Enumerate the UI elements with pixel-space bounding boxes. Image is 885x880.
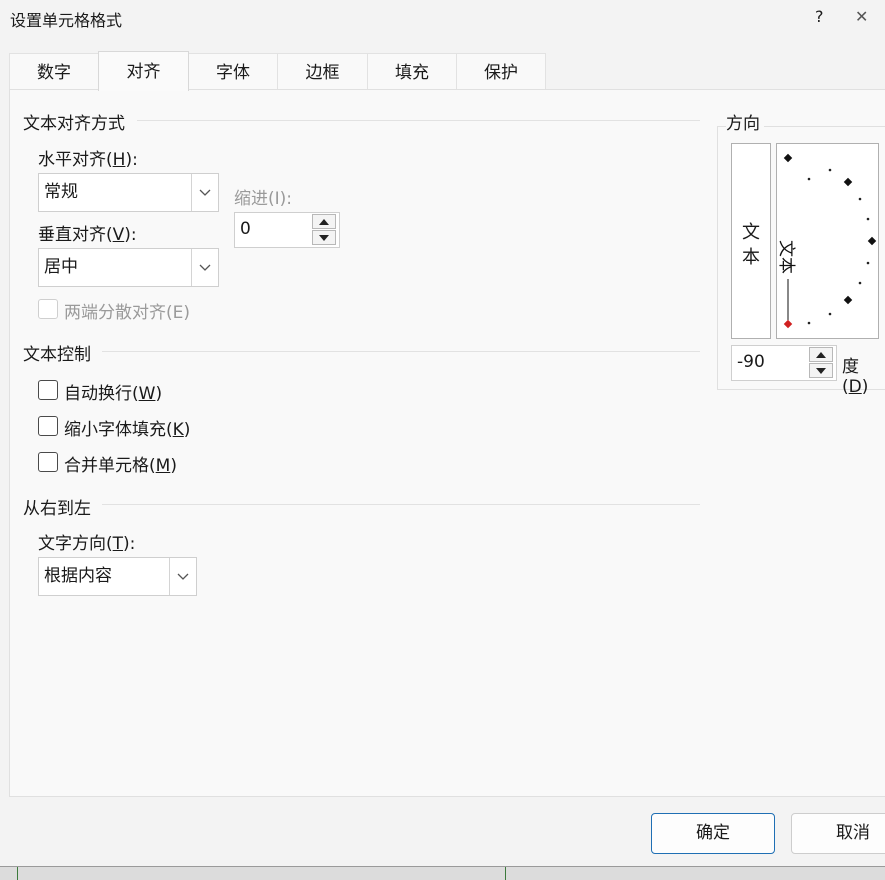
merge-cells-label[interactable]: 合并单元格(M) — [64, 451, 177, 476]
merge-cells-checkbox[interactable] — [38, 452, 58, 472]
orientation-dial[interactable]: 文本 — [776, 143, 879, 339]
help-button[interactable]: ? — [815, 7, 824, 26]
horizontal-align-select[interactable]: 常规 — [38, 173, 219, 212]
distributed-label: 两端分散对齐(E) — [64, 303, 191, 323]
degree-label: 度(D) — [842, 357, 869, 397]
vertical-text-char: 本 — [742, 247, 760, 268]
text-alignment-heading: 文本对齐方式 — [23, 114, 125, 134]
wrap-text-checkbox[interactable] — [38, 380, 58, 400]
text-direction-label: 文字方向(T): — [38, 534, 136, 554]
text-control-heading: 文本控制 — [23, 345, 91, 365]
spin-up-icon[interactable] — [809, 347, 833, 362]
vertical-align-select[interactable]: 居中 — [38, 248, 219, 287]
ok-button[interactable]: 确定 — [651, 813, 775, 854]
degree-value: -90 — [737, 352, 765, 372]
gridline — [17, 867, 18, 880]
format-cells-dialog: 设置单元格格式 ? ✕ 数字 对齐 字体 边框 填充 保护 文本对齐方式 水平对… — [0, 0, 885, 880]
vertical-align-value: 居中 — [44, 257, 78, 277]
horizontal-align-label: 水平对齐(H): — [38, 150, 138, 170]
indent-spinner[interactable]: 0 — [234, 212, 340, 248]
spin-buttons — [809, 347, 835, 379]
section-divider — [102, 351, 700, 352]
tab-border[interactable]: 边框 — [277, 53, 368, 91]
tab-font[interactable]: 字体 — [188, 53, 278, 91]
tab-protection[interactable]: 保护 — [456, 53, 546, 91]
text-direction-select[interactable]: 根据内容 — [38, 557, 197, 596]
background-sheet-strip — [0, 866, 885, 880]
tab-alignment[interactable]: 对齐 — [98, 51, 189, 91]
section-divider — [102, 504, 700, 505]
shrink-to-fit-label[interactable]: 缩小字体填充(K) — [64, 415, 190, 440]
orientation-dial-icon: 文本 — [777, 153, 877, 329]
dial-text: 文本 — [777, 240, 796, 274]
wrap-text-label[interactable]: 自动换行(W) — [64, 379, 162, 404]
tab-number[interactable]: 数字 — [9, 53, 99, 91]
spin-up-icon[interactable] — [312, 214, 336, 229]
degree-spinner[interactable]: -90 — [731, 345, 837, 381]
vertical-text-button[interactable]: 文 本 — [731, 143, 771, 339]
chevron-down-icon[interactable] — [191, 249, 218, 286]
vertical-text-char: 文 — [742, 222, 760, 243]
dialog-title: 设置单元格格式 — [10, 11, 123, 30]
spin-down-icon[interactable] — [809, 363, 833, 378]
cancel-button[interactable]: 取消 — [791, 813, 885, 854]
close-button[interactable]: ✕ — [855, 7, 868, 26]
indent-value: 0 — [240, 219, 251, 239]
section-divider — [137, 120, 700, 121]
spin-buttons — [312, 214, 338, 246]
shrink-to-fit-checkbox[interactable] — [38, 416, 58, 436]
tab-fill[interactable]: 填充 — [367, 53, 457, 91]
vertical-align-label: 垂直对齐(V): — [38, 225, 137, 245]
indent-label: 缩进(I): — [234, 189, 293, 209]
horizontal-align-value: 常规 — [44, 182, 78, 202]
distributed-checkbox[interactable] — [38, 299, 58, 319]
right-to-left-heading: 从右到左 — [23, 499, 91, 519]
text-direction-value: 根据内容 — [44, 566, 112, 586]
gridline — [505, 867, 506, 880]
spin-down-icon[interactable] — [312, 230, 336, 245]
orientation-marker — [783, 319, 793, 329]
chevron-down-icon[interactable] — [169, 558, 196, 595]
orientation-heading: 方向 — [726, 109, 764, 134]
chevron-down-icon[interactable] — [191, 174, 218, 211]
